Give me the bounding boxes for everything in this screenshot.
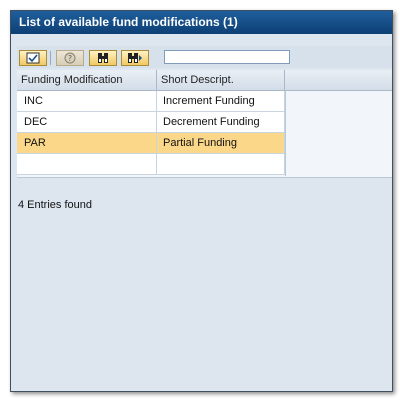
table-header: Funding Modification Short Descript. [17, 70, 392, 91]
table-row[interactable]: DEC Decrement Funding [17, 112, 285, 133]
toolbar-separator [50, 51, 51, 65]
short-description-cell: Decrement Funding [157, 112, 285, 132]
find-icon [98, 53, 108, 63]
find-button[interactable] [89, 50, 117, 66]
toolbar: ? [17, 46, 392, 68]
short-description-cell: Partial Funding [157, 133, 285, 153]
fund-modification-dialog: List of available fund modifications (1)… [10, 10, 393, 392]
funding-modification-cell: DEC [17, 112, 157, 132]
results-table: Funding Modification Short Descript. INC… [17, 70, 392, 178]
table-row-empty[interactable] [17, 154, 285, 175]
choose-icon [26, 52, 40, 64]
find-next-button[interactable] [121, 50, 149, 66]
column-header-funding-modification[interactable]: Funding Modification [17, 70, 157, 90]
find-next-icon [128, 53, 142, 63]
svg-text:?: ? [68, 54, 72, 63]
table-row[interactable]: INC Increment Funding [17, 91, 285, 112]
empty-cell [157, 154, 285, 174]
short-description-cell: Increment Funding [157, 91, 285, 111]
choose-button[interactable] [19, 50, 47, 66]
funding-modification-cell: INC [17, 91, 157, 111]
entries-found-status: 4 Entries found [18, 199, 92, 211]
empty-cell [17, 154, 157, 174]
search-input[interactable] [164, 50, 290, 64]
table-row-selected[interactable]: PAR Partial Funding [17, 133, 285, 154]
help-button[interactable]: ? [56, 50, 84, 66]
column-header-short-description[interactable]: Short Descript. [157, 70, 285, 90]
funding-modification-cell: PAR [17, 133, 157, 153]
table-column-divider [285, 90, 286, 176]
help-icon: ? [64, 52, 76, 64]
dialog-title: List of available fund modifications (1) [11, 11, 392, 34]
